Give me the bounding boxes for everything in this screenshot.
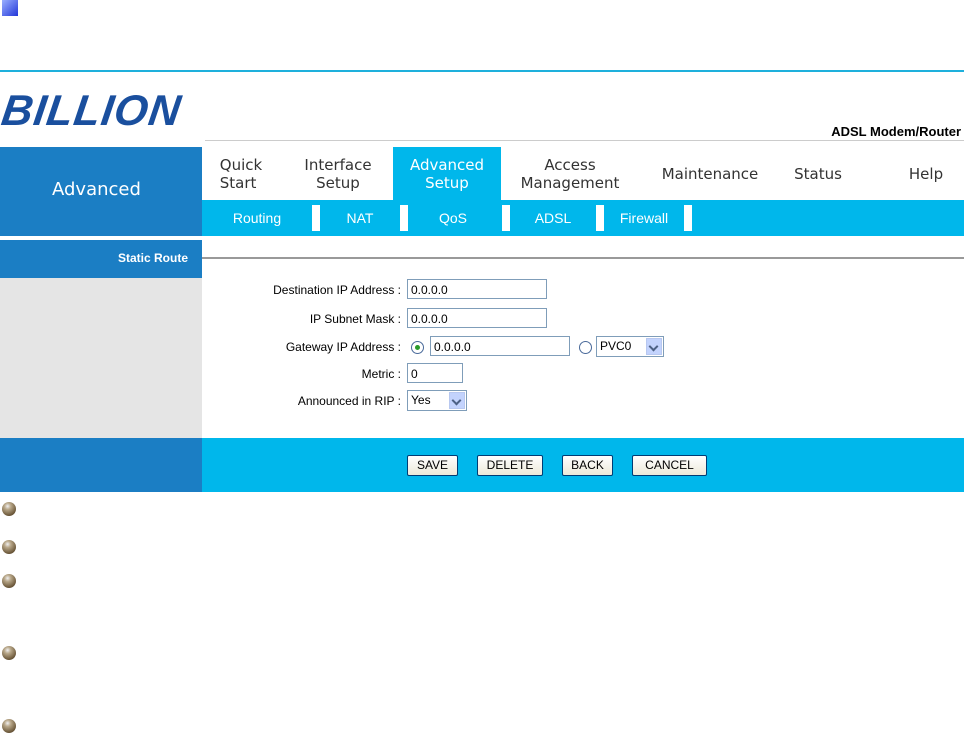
dest-ip-label: Destination IP Address : <box>273 283 401 297</box>
section-divider <box>202 257 964 259</box>
gateway-pvc-select[interactable]: PVC0 <box>596 336 664 357</box>
rip-select[interactable]: Yes <box>407 390 467 411</box>
gateway-pvc-radio[interactable] <box>579 341 592 354</box>
metric-row: Metric : 0 <box>202 363 964 387</box>
nav-access-management[interactable]: Access Management <box>502 147 638 200</box>
subnet-input[interactable]: 0.0.0.0 <box>407 308 547 328</box>
bullet-icon <box>2 574 16 588</box>
gateway-ip-radio[interactable] <box>411 341 424 354</box>
nav-maintenance-label: Maintenance <box>661 164 759 183</box>
rip-value: Yes <box>411 393 431 407</box>
bullet-icon <box>2 502 16 516</box>
gateway-label: Gateway IP Address : <box>285 340 401 354</box>
main-nav: Quick Start Interface Setup Advanced Set… <box>202 147 964 200</box>
subnav-separator <box>596 205 604 231</box>
bullet-icon <box>2 540 16 554</box>
subnav-separator <box>400 205 408 231</box>
cancel-button[interactable]: CANCEL <box>632 455 707 476</box>
metric-input[interactable]: 0 <box>407 363 463 383</box>
subnav-nat[interactable]: NAT <box>320 200 400 236</box>
nav-help-label: Help <box>908 164 944 183</box>
subnet-label: IP Subnet Mask : <box>309 312 401 326</box>
footer-side <box>0 438 202 492</box>
subnav-routing[interactable]: Routing <box>202 200 312 236</box>
rip-label: Announced in RIP : <box>297 394 401 408</box>
nav-help[interactable]: Help <box>888 147 964 200</box>
subnav-separator <box>502 205 510 231</box>
gateway-pvc-value: PVC0 <box>600 339 632 353</box>
subnet-row: IP Subnet Mask : 0.0.0.0 <box>202 308 964 332</box>
section-title: Advanced <box>52 179 141 200</box>
side-filler <box>0 278 202 438</box>
dest-ip-input[interactable]: 0.0.0.0 <box>407 279 547 299</box>
rip-row: Announced in RIP : Yes <box>202 390 964 414</box>
subnav-adsl[interactable]: ADSL <box>510 200 596 236</box>
section-title-panel: Advanced <box>0 147 202 236</box>
billion-logo: BILLION <box>0 87 185 135</box>
gateway-row: Gateway IP Address : 0.0.0.0 PVC0 <box>202 336 964 360</box>
page-label-band: Static Route <box>0 240 202 278</box>
corner-square-icon <box>2 0 18 16</box>
subnav-qos[interactable]: QoS <box>408 200 498 236</box>
metric-label: Metric : <box>361 367 401 381</box>
subnav-separator <box>684 205 692 231</box>
nav-interface-setup[interactable]: Interface Setup <box>280 147 396 200</box>
nav-advanced-setup-label: Advanced Setup <box>409 155 485 192</box>
nav-advanced-setup[interactable]: Advanced Setup <box>393 147 501 200</box>
header-divider <box>205 140 964 141</box>
bullet-icon <box>2 719 16 733</box>
nav-quick-start[interactable]: Quick Start <box>202 147 280 200</box>
sub-nav: Routing NAT QoS ADSL Firewall <box>202 200 964 236</box>
chevron-down-icon <box>449 392 465 409</box>
gateway-ip-input[interactable]: 0.0.0.0 <box>430 336 570 356</box>
nav-quick-start-label: Quick Start <box>219 155 263 192</box>
nav-interface-setup-label: Interface Setup <box>304 155 372 192</box>
nav-status-label: Status <box>794 164 842 183</box>
chevron-down-icon <box>646 338 662 355</box>
dest-ip-row: Destination IP Address : 0.0.0.0 <box>202 279 964 303</box>
delete-button[interactable]: DELETE <box>477 455 543 476</box>
bullet-icon <box>2 646 16 660</box>
page-label: Static Route <box>117 251 188 265</box>
subnav-firewall[interactable]: Firewall <box>604 200 684 236</box>
nav-status[interactable]: Status <box>776 147 860 200</box>
nav-maintenance[interactable]: Maintenance <box>644 147 776 200</box>
subnav-separator <box>312 205 320 231</box>
top-divider <box>0 70 964 72</box>
save-button[interactable]: SAVE <box>407 455 458 476</box>
product-name: ADSL Modem/Router <box>831 124 961 139</box>
nav-access-management-label: Access Management <box>520 155 620 192</box>
back-button[interactable]: BACK <box>562 455 613 476</box>
